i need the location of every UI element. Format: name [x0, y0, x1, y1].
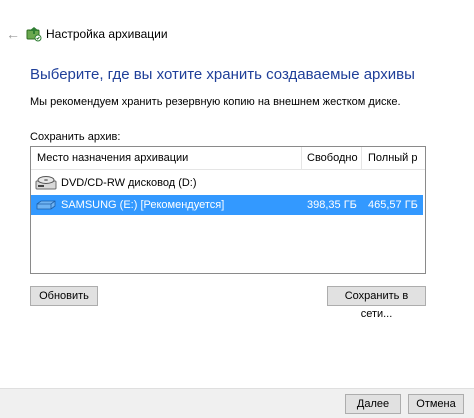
cancel-button[interactable]: Отмена: [408, 394, 464, 414]
dvd-drive-icon: [35, 176, 57, 190]
hard-drive-icon: [36, 200, 56, 210]
free-space: 398,35 ГБ: [307, 199, 357, 211]
back-arrow-icon[interactable]: ←: [6, 26, 20, 42]
destination-list[interactable]: Место назначения архивации Свободно Полн…: [30, 146, 426, 274]
list-header: Место назначения архивации Свободно Полн…: [31, 147, 425, 170]
backup-icon: [26, 27, 42, 42]
column-free[interactable]: Свободно: [307, 152, 358, 164]
list-item-samsung[interactable]: SAMSUNG (E:) [Рекомендуется] 398,35 ГБ 4…: [31, 195, 423, 215]
title-bar: ← Настройка архивации: [0, 0, 474, 46]
recommendation-text: Мы рекомендуем хранить резервную копию н…: [30, 96, 401, 108]
next-button[interactable]: Далее: [345, 394, 401, 414]
page-heading: Выберите, где вы хотите хранить создавае…: [30, 66, 415, 83]
column-divider[interactable]: [301, 147, 302, 169]
column-destination[interactable]: Место назначения архивации: [37, 152, 188, 164]
column-divider[interactable]: [361, 147, 362, 169]
save-network-button[interactable]: Сохранить в сети...: [327, 286, 426, 320]
footer-bar: Далее Отмена: [0, 388, 474, 418]
column-total[interactable]: Полный р: [368, 152, 418, 164]
list-item-dvd[interactable]: DVD/CD-RW дисковод (D:): [31, 173, 423, 193]
total-size: 465,57 ГБ: [368, 199, 418, 211]
window-title: Настройка архивации: [46, 27, 168, 41]
save-archive-label: Сохранить архив:: [30, 131, 121, 143]
destination-name: SAMSUNG (E:) [Рекомендуется]: [61, 199, 225, 211]
destination-name: DVD/CD-RW дисковод (D:): [61, 177, 197, 189]
refresh-button[interactable]: Обновить: [30, 286, 98, 306]
